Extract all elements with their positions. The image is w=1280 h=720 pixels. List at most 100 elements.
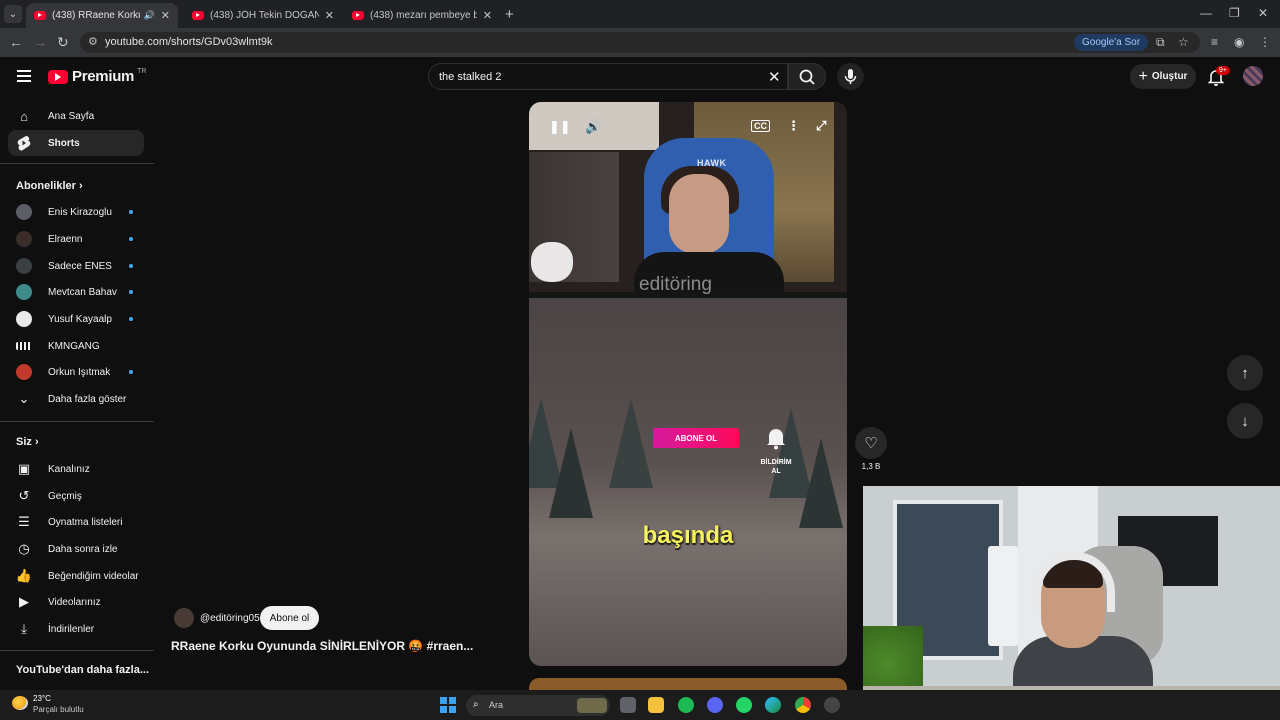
speaker-icon[interactable]: 🔊: [144, 10, 155, 21]
create-label: Oluştur: [1151, 71, 1188, 82]
google-sor-button[interactable]: Google'a Sor: [1074, 34, 1149, 51]
tab-search-chevron-icon[interactable]: ⌄: [4, 5, 22, 23]
next-short-preview[interactable]: [529, 678, 847, 690]
you-heading[interactable]: Siz ›: [16, 436, 39, 448]
app-icon[interactable]: [824, 697, 840, 713]
account-avatar[interactable]: [1243, 66, 1263, 86]
sidebar-item-liked-videos[interactable]: 👍 Beğendiğim videolar: [8, 563, 144, 589]
taskbar-search[interactable]: ⌕ Ara: [466, 695, 610, 716]
youtube-premium-logo[interactable]: Premium TR: [48, 68, 146, 85]
sidebar-item-history[interactable]: ↺ Geçmiş: [8, 483, 144, 509]
previous-short-button[interactable]: ↑: [1227, 355, 1263, 391]
more-options-icon[interactable]: ⋮: [787, 118, 800, 134]
sidebar-item-downloads[interactable]: ⤓ İndirilenler: [8, 616, 144, 642]
sidebar-sub-enis-kirazoglu[interactable]: Enis Kirazoglu: [8, 199, 144, 225]
channel-avatar[interactable]: [174, 608, 194, 628]
sidebar-sub-sadece-enes[interactable]: Sadece ENES: [8, 253, 144, 279]
restore-icon[interactable]: ❐: [1229, 6, 1240, 20]
media-control-icon[interactable]: ≡: [1211, 35, 1218, 49]
channel-avatar: [16, 284, 32, 300]
reload-icon[interactable]: ↻: [57, 34, 69, 51]
subscriptions-heading[interactable]: Abonelikler ›: [16, 180, 83, 192]
close-window-icon[interactable]: ✕: [1258, 6, 1268, 20]
search-icon: ⌕: [473, 699, 479, 710]
minimize-icon[interactable]: —: [1200, 6, 1212, 20]
volume-icon[interactable]: 🔊: [585, 119, 601, 135]
forward-icon[interactable]: →: [33, 34, 47, 50]
like-button[interactable]: ♡: [855, 427, 887, 459]
task-view-icon[interactable]: [620, 697, 636, 713]
sidebar-item-label: Oynatma listeleri: [48, 516, 123, 528]
install-app-icon[interactable]: ⧉: [1156, 35, 1165, 50]
weather-partly-cloudy-icon[interactable]: [12, 696, 28, 710]
logo-country: TR: [137, 68, 147, 75]
chrome-icon[interactable]: [795, 697, 811, 713]
sidebar-item-watch-later[interactable]: ◷ Daha sonra izle: [8, 536, 144, 562]
edge-icon[interactable]: [765, 697, 781, 713]
discord-icon[interactable]: [707, 697, 723, 713]
pause-icon[interactable]: ❚❚: [549, 119, 571, 135]
voice-search-button[interactable]: [837, 63, 864, 90]
create-button[interactable]: + Oluştur: [1130, 64, 1196, 89]
shorts-icon: [16, 135, 32, 151]
sidebar-divider: [0, 163, 154, 164]
subscribe-button[interactable]: Abone ol: [260, 606, 319, 630]
url-text: youtube.com/shorts/GDv03wlmt9k: [105, 36, 273, 48]
windows-taskbar: 23°C Parçalı bulutlu ⌕ Ara: [0, 690, 1280, 720]
sidebar-item-your-videos[interactable]: ▶ Videolarınız: [8, 589, 144, 615]
fullscreen-icon[interactable]: ⤢: [816, 118, 826, 134]
address-bar[interactable]: ⚙ youtube.com/shorts/GDv03wlmt9k Google'…: [80, 32, 1200, 53]
plus-icon: +: [1138, 67, 1148, 85]
weather-temperature: 23°C: [33, 694, 51, 703]
guide-menu-icon[interactable]: [17, 70, 31, 82]
spotify-icon[interactable]: [678, 697, 694, 713]
video-icon: ▶: [19, 594, 29, 609]
game-snow-scene: [529, 298, 847, 666]
close-tab-icon[interactable]: ✕: [161, 9, 170, 22]
sidebar-sub-yusuf-kayaalp[interactable]: Yusuf Kayaalp: [8, 306, 144, 332]
weather-condition: Parçalı bulutlu: [33, 705, 84, 714]
captions-icon[interactable]: CC: [751, 120, 770, 132]
search-button[interactable]: [788, 63, 826, 90]
browser-tab-1[interactable]: (438) RRaene Korku Oyunu 🔊 ✕: [26, 3, 178, 28]
site-info-icon[interactable]: ⚙: [88, 35, 98, 48]
sidebar-sub-orkun-isitmak[interactable]: Orkun Işıtmak: [8, 359, 144, 385]
back-icon[interactable]: ←: [9, 34, 23, 50]
sidebar-item-label: Videolarınız: [48, 596, 101, 608]
arrow-up-icon: ↑: [1241, 364, 1249, 382]
browser-tab-3[interactable]: (438) mezarı pembeye boyayan ✕: [344, 3, 500, 28]
sidebar-item-label: Orkun Işıtmak: [48, 366, 111, 378]
search-input[interactable]: the stalked 2 ✕: [428, 63, 788, 90]
profile-icon[interactable]: ◉: [1234, 35, 1244, 49]
watch-later-icon: ◷: [18, 541, 30, 556]
chevron-right-icon: ›: [78, 180, 83, 192]
browser-tab-2[interactable]: (438) JÖH Tekin DOĞAN Aklını ✕: [184, 3, 342, 28]
sidebar-item-shorts[interactable]: Shorts: [8, 130, 144, 156]
close-tab-icon[interactable]: ✕: [483, 9, 492, 22]
tab-title: (438) RRaene Korku Oyunu: [52, 10, 140, 21]
file-explorer-icon[interactable]: [648, 697, 664, 713]
clear-search-icon[interactable]: ✕: [768, 68, 781, 86]
webcam-overlay: [863, 486, 1280, 720]
new-tab-icon[interactable]: +: [505, 6, 514, 23]
windows-start-icon[interactable]: [440, 697, 456, 713]
sidebar-item-playlists[interactable]: ☰ Oynatma listeleri: [8, 509, 144, 535]
sidebar-item-home[interactable]: ⌂ Ana Sayfa: [8, 103, 144, 129]
close-tab-icon[interactable]: ✕: [325, 9, 334, 22]
microphone-icon: [844, 69, 857, 84]
sidebar-sub-mevtcan-bahav[interactable]: Mevtcan Bahav: [8, 279, 144, 305]
menu-kebab-icon[interactable]: ⋮: [1259, 35, 1271, 49]
like-count: 1,3 B: [861, 462, 881, 471]
short-title[interactable]: RRaene Korku Oyununda SİNİRLENİYOR 🤬 #rr…: [171, 639, 473, 653]
channel-name[interactable]: @editöring05: [200, 613, 260, 624]
sidebar-sub-kmngang[interactable]: KMNGANG: [8, 333, 144, 359]
bookmark-star-icon[interactable]: ☆: [1178, 35, 1189, 49]
taskbar-search-label: Ara: [489, 700, 504, 710]
next-short-button[interactable]: ↓: [1227, 403, 1263, 439]
shorts-player[interactable]: HAWK editöring ❚❚ 🔊 CC ⋮ ⤢ ABONE OL BİLD…: [529, 102, 847, 666]
overlay-notify-text: BİLDİRİM AL: [754, 458, 798, 476]
sidebar-item-your-channel[interactable]: ▣ Kanalınız: [8, 456, 144, 482]
sidebar-sub-elraenn[interactable]: Elraenn: [8, 226, 144, 252]
whatsapp-icon[interactable]: [736, 697, 752, 713]
sidebar-show-more[interactable]: ⌄ Daha fazla göster: [8, 386, 144, 412]
